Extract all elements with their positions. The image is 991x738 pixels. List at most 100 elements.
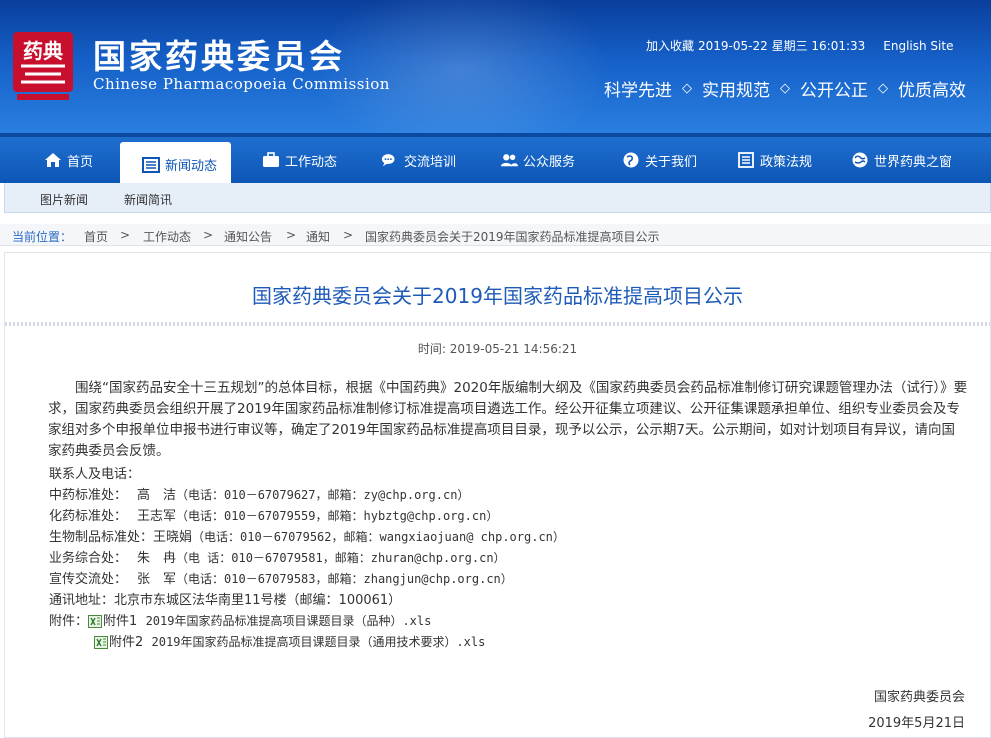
contact-name: 王晓娟	[153, 530, 193, 545]
nav-item-home[interactable]: 首页	[44, 137, 93, 183]
nav-item-label: 公众服务	[523, 154, 576, 170]
logo-mark-icon[interactable]: 药典	[11, 30, 75, 102]
contact-phone: （电话：010－67079583，邮箱：zhangjun@chp.org.cn）	[176, 572, 513, 586]
attachment-name: 2019年国家药品标准提高项目课题目录（品种）.xls	[145, 614, 432, 628]
publish-time: 时间: 2019-05-21 14:56:21	[417, 342, 578, 356]
page-title: 国家药典委员会关于2019年国家药品标准提高项目公示	[252, 284, 743, 308]
nav-item-work[interactable]: 工作动态	[262, 137, 337, 183]
diamond-icon: ◇	[780, 81, 790, 96]
attachment-link-2[interactable]: 附件2 2019年国家药品标准提高项目课题目录（通用技术要求）.xls	[109, 632, 485, 653]
nav-item-label: 工作动态	[285, 154, 338, 170]
home-icon	[44, 151, 62, 169]
main-nav: 首页 新闻动态 工作动态 交流培训 公众服务 关于我们 政策法规 世界药典之窗	[0, 133, 991, 187]
site-title-en[interactable]: Chinese Pharmacopoeia Commission	[93, 75, 390, 93]
briefcase-icon	[262, 151, 280, 169]
contact-dept: 宣传交流处：	[49, 572, 128, 587]
slogan-4: 优质高效	[898, 81, 966, 101]
contact-phone: （电话：010－67079562，邮箱：wangxiaojuan@ chp.or…	[192, 530, 565, 544]
contact-name: 朱 冉	[137, 551, 177, 566]
contact-dept: 中药标准处：	[49, 488, 128, 503]
contact-name: 王志军	[137, 509, 177, 524]
breadcrumb-separator: >	[343, 228, 354, 242]
contact-phone: （电话：010－67079627，邮箱：zy@chp.org.cn）	[176, 488, 470, 502]
attachment-label: 附件1	[103, 614, 138, 629]
header-decoration	[311, 0, 611, 133]
nav-item-label: 关于我们	[645, 154, 698, 170]
breadcrumb-current: 国家药典委员会关于2019年国家药品标准提高项目公示	[365, 230, 660, 244]
contact-phone: （电话：010－67079559，邮箱：hybztg@chp.org.cn）	[176, 509, 499, 523]
nav-item-label: 新闻动态	[165, 159, 218, 174]
nav-item-label: 交流培训	[404, 154, 457, 170]
attachments-label: 附件：	[49, 614, 89, 629]
diamond-icon: ◇	[878, 81, 888, 96]
article-paragraph-text: 围绕“国家药品安全十三五规划”的总体目标，根据《中国药典》2020年版编制大纲及…	[48, 380, 968, 459]
breadcrumb-item[interactable]: 首页	[84, 228, 108, 245]
subnav-item-news-brief[interactable]: 新闻简讯	[124, 191, 172, 208]
title-box: 国家药典委员会关于2019年国家药品标准提高项目公示	[5, 253, 990, 326]
breadcrumb-separator: >	[286, 228, 297, 242]
attachment-name: 2019年国家药品标准提高项目课题目录（通用技术要求）.xls	[151, 635, 486, 649]
world-icon	[851, 151, 869, 169]
datetime-text: 2019-05-22 星期三 16:01:33	[698, 39, 866, 53]
slogan-1: 科学先进	[604, 81, 672, 101]
news-icon	[142, 156, 160, 174]
contact-row: 中药标准处： 高 洁（电话：010－67079627，邮箱：zy@chp.org.…	[49, 485, 565, 506]
people-icon	[500, 151, 518, 169]
nav-item-label: 首页	[67, 154, 94, 170]
contact-row: 业务综合处： 朱 冉（电 话：010－67079581，邮箱：zhuran@chp…	[49, 548, 565, 569]
breadcrumb-separator: >	[203, 228, 214, 242]
contact-row: 生物制品标准处：王晓娟（电话：010－67079562，邮箱：wangxiaoj…	[49, 527, 565, 548]
sub-nav: 图片新闻 新闻简讯	[4, 183, 991, 213]
logo-mark-text-1: 药典	[23, 39, 63, 63]
excel-file-icon	[94, 636, 108, 649]
slogan-3: 公开公正	[800, 81, 868, 101]
contact-list: 联系人及电话： 中药标准处： 高 洁（电话：010－67079627，邮箱：zy@…	[49, 464, 565, 653]
sign-date: 2019年5月21日	[868, 716, 965, 731]
site-header: 药典 国家药典委员会 Chinese Pharmacopoeia Commiss…	[0, 0, 991, 133]
signature: 国家药典委员会	[873, 690, 965, 705]
excel-file-icon	[88, 615, 103, 628]
site-title-cn[interactable]: 国家药典委员会	[93, 30, 345, 78]
english-site-link[interactable]: English Site	[883, 39, 953, 53]
subnav-item-photo-news[interactable]: 图片新闻	[40, 191, 88, 208]
nav-item-public[interactable]: 公众服务	[500, 137, 575, 183]
contacts-heading: 联系人及电话：	[49, 467, 141, 482]
contact-name: 张 军	[137, 572, 177, 587]
nav-item-news[interactable]: 新闻动态	[120, 142, 232, 187]
slogan-2: 实用规范	[702, 81, 770, 101]
chat-icon	[381, 151, 399, 169]
bookmark-link[interactable]: 加入收藏	[646, 39, 694, 53]
top-links: 加入收藏 2019-05-22 星期三 16:01:33 English Site	[646, 37, 971, 54]
globe-icon	[622, 151, 640, 169]
nav-item-label: 世界药典之窗	[874, 154, 953, 170]
contact-dept: 生物制品标准处：	[49, 530, 154, 545]
slogans: 科学先进 ◇ 实用规范 ◇ 公开公正 ◇ 优质高效	[604, 76, 966, 101]
attachment-label: 附件2	[109, 635, 144, 650]
attachment-row: 附件2 2019年国家药品标准提高项目课题目录（通用技术要求）.xls	[49, 632, 565, 653]
contact-dept: 化药标准处：	[49, 509, 128, 524]
contact-phone: （电 话：010－67079581，邮箱：zhuran@chp.org.cn）	[176, 551, 506, 565]
breadcrumb-item[interactable]: 通知公告	[224, 228, 272, 245]
nav-item-policy[interactable]: 政策法规	[737, 137, 812, 183]
article: 国家药典委员会关于2019年国家药品标准提高项目公示 时间: 2019-05-2…	[4, 252, 991, 738]
nav-item-world[interactable]: 世界药典之窗	[851, 137, 952, 183]
breadcrumb-separator: >	[120, 228, 131, 242]
title-divider	[5, 322, 990, 326]
contact-dept: 业务综合处：	[49, 551, 128, 566]
breadcrumb-item[interactable]: 通知	[306, 228, 330, 245]
contact-row: 宣传交流处： 张 军（电话：010－67079583，邮箱：zhangjun@ch…	[49, 569, 565, 590]
diamond-icon: ◇	[682, 81, 692, 96]
breadcrumb-item[interactable]: 工作动态	[143, 228, 191, 245]
breadcrumb-label: 当前位置：	[12, 230, 73, 244]
nav-item-about[interactable]: 关于我们	[622, 137, 697, 183]
address: 通讯地址：北京市东城区法华南里11号楼（邮编：100061）	[49, 593, 402, 608]
nav-item-label: 政策法规	[760, 154, 813, 170]
attachment-link-1[interactable]: 附件1 2019年国家药品标准提高项目课题目录（品种）.xls	[103, 611, 431, 632]
article-paragraph: 围绕“国家药品安全十三五规划”的总体目标，根据《中国药典》2020年版编制大纲及…	[48, 378, 968, 462]
document-icon	[737, 151, 755, 169]
contact-name: 高 洁	[137, 488, 177, 503]
attachment-row: 附件： 附件1 2019年国家药品标准提高项目课题目录（品种）.xls	[49, 611, 565, 632]
nav-item-training[interactable]: 交流培训	[381, 137, 456, 183]
breadcrumb: 当前位置： 首页 > 工作动态 > 通知公告 > 通知 > 国家药典委员会关于2…	[0, 224, 991, 246]
contact-row: 化药标准处： 王志军（电话：010－67079559，邮箱：hybztg@chp.…	[49, 506, 565, 527]
